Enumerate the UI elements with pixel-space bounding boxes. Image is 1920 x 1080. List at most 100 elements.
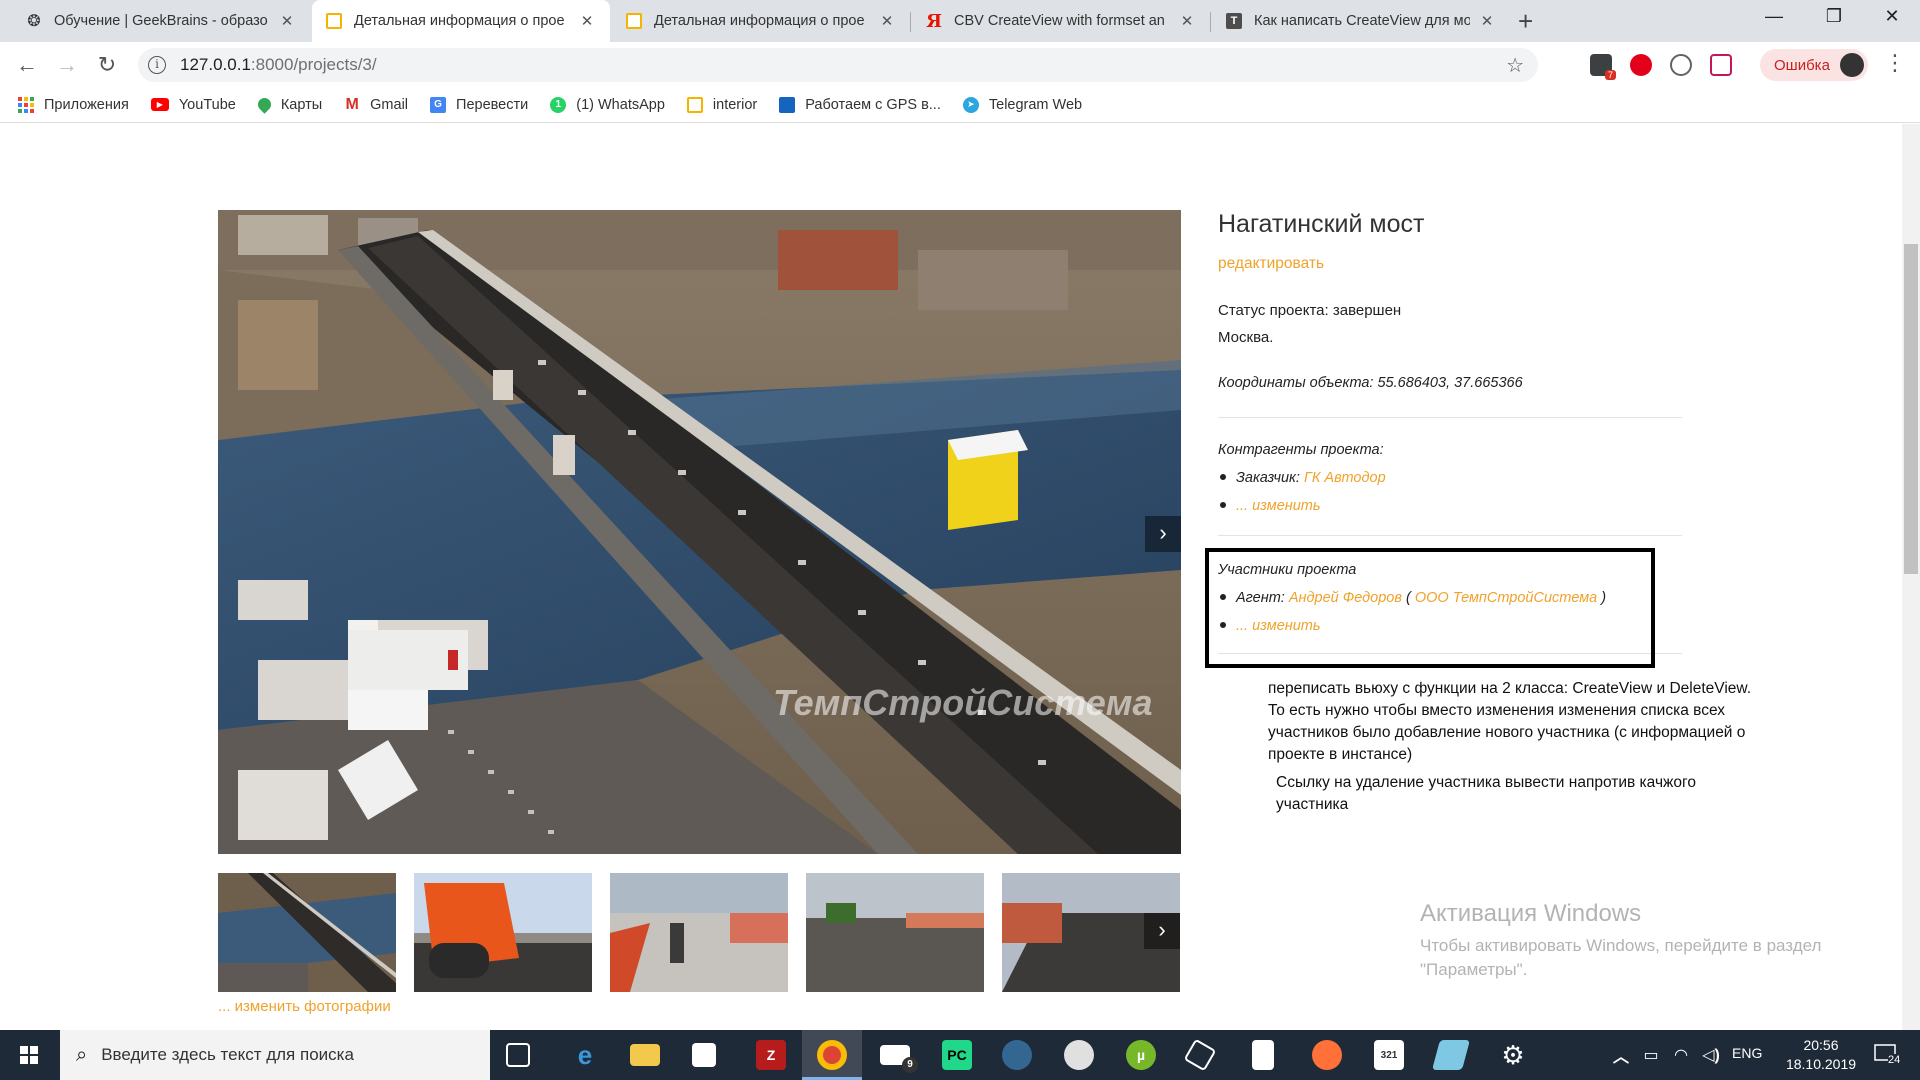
thumbnail-bridge[interactable] — [218, 873, 396, 992]
forward-icon[interactable]: → — [52, 50, 82, 80]
tab-strip: ❂ Обучение | GeekBrains - образо ✕ Детал… — [0, 0, 1920, 42]
customer-link[interactable]: ГК Автодор — [1304, 470, 1386, 486]
bookmark-youtube[interactable]: ▶ YouTube — [150, 97, 236, 113]
page-viewport: ТемпСтройСистема › › ... изменить фотогр… — [0, 124, 1920, 1030]
close-tab-icon[interactable]: ✕ — [878, 12, 896, 30]
note-paragraph: Ссылку на удаление участника вывести нап… — [1276, 774, 1696, 813]
pycharm-icon[interactable]: PC — [942, 1040, 972, 1070]
bookmark-gmail[interactable]: M Gmail — [344, 95, 408, 113]
divider — [1218, 535, 1682, 536]
close-tab-icon[interactable]: ✕ — [1178, 12, 1196, 30]
start-button[interactable] — [0, 1030, 60, 1080]
yandex-icon: Я — [926, 10, 942, 32]
language-indicator[interactable]: ENG — [1732, 1045, 1762, 1061]
volume-icon[interactable]: ◁) — [1696, 1040, 1726, 1070]
adblock-icon[interactable] — [1630, 54, 1652, 76]
chrome-icon[interactable] — [817, 1040, 847, 1070]
thumbnail-paver[interactable] — [806, 873, 984, 992]
notification-center-icon[interactable]: 24 — [1874, 1042, 1904, 1068]
tab-separator — [910, 12, 911, 32]
clock[interactable]: 20:56 18.10.2019 — [1776, 1036, 1866, 1074]
close-tab-icon[interactable]: ✕ — [578, 12, 596, 30]
maximize-button[interactable]: ❐ — [1804, 6, 1864, 27]
vpn-icon[interactable] — [1670, 54, 1692, 76]
address-bar[interactable]: i 127.0.0.1:8000/projects/3/ ☆ — [138, 48, 1538, 82]
pocket-icon[interactable] — [1710, 54, 1732, 76]
thumbnail-road[interactable]: › — [1002, 873, 1180, 992]
bridge-photo: ТемпСтройСистема — [218, 210, 1181, 854]
filezilla-icon[interactable]: Z — [756, 1040, 786, 1070]
tray-chevron-up-icon[interactable]: ︿ — [1606, 1040, 1636, 1070]
calendar-icon[interactable]: 321 — [1374, 1040, 1404, 1070]
bookmark-apps[interactable]: Приложения — [18, 96, 129, 113]
close-tab-icon[interactable]: ✕ — [1478, 12, 1496, 30]
taskbar-search-input[interactable]: ⌕ Введите здесь текст для поиска — [60, 1030, 490, 1080]
page-icon — [326, 13, 342, 29]
slider-next-button[interactable]: › — [1145, 516, 1181, 552]
avatar — [1840, 53, 1864, 77]
reload-icon[interactable]: ↻ — [92, 50, 122, 80]
annotation-box — [1205, 548, 1655, 668]
gmail-icon: M — [345, 95, 359, 113]
edge-icon[interactable]: e — [570, 1040, 600, 1070]
paint-icon[interactable] — [1064, 1040, 1094, 1070]
project-title: Нагатинский мост — [1218, 210, 1425, 238]
menu-icon[interactable]: ⋮ — [1884, 50, 1906, 76]
edit-photos-link[interactable]: ... изменить фотографии — [218, 998, 391, 1015]
postgresql-icon[interactable] — [1002, 1040, 1032, 1070]
url-text[interactable]: 127.0.0.1:8000/projects/3/ — [180, 55, 377, 75]
battery-icon[interactable]: ▭ — [1636, 1040, 1666, 1070]
bookmark-interior[interactable]: interior — [686, 96, 757, 113]
bookmark-whatsapp[interactable]: 1 (1) WhatsApp — [550, 96, 665, 113]
mail-icon[interactable]: 9 — [880, 1045, 918, 1073]
youtube-icon: ▶ — [150, 98, 169, 111]
close-window-button[interactable]: ✕ — [1862, 6, 1920, 27]
tab-project-detail-active[interactable]: Детальная информация о прое ✕ — [312, 0, 610, 42]
project-status: Статус проекта: завершен — [1218, 302, 1402, 319]
wifi-icon[interactable]: ◠ — [1666, 1040, 1696, 1070]
settings-gear-icon[interactable]: ⚙ — [1498, 1040, 1528, 1070]
minimize-button[interactable]: — — [1744, 6, 1804, 27]
project-main-photo[interactable]: ТемпСтройСистема › — [218, 210, 1181, 854]
ink-icon[interactable] — [1431, 1040, 1471, 1070]
tab-cbv-createview[interactable]: Я CBV CreateView with formset an ✕ — [912, 0, 1210, 42]
bookmark-gps[interactable]: Работаем с GPS в... — [779, 96, 941, 113]
windows-logo-icon — [20, 1046, 38, 1064]
contractors-heading: Контрагенты проекта: — [1218, 442, 1384, 458]
store-icon[interactable] — [692, 1043, 716, 1067]
tab-project-detail[interactable]: Детальная информация о прое ✕ — [612, 0, 910, 42]
profile-error-button[interactable]: Ошибка — [1760, 49, 1868, 81]
tab-geekbrains[interactable]: ❂ Обучение | GeekBrains - образо ✕ — [12, 0, 310, 42]
back-icon[interactable]: ← — [12, 50, 42, 80]
notification-count: 24 — [1888, 1054, 1901, 1066]
geekbrains-icon: ❂ — [27, 13, 41, 30]
maps-icon — [255, 95, 274, 114]
utorrent-icon[interactable]: µ — [1126, 1040, 1156, 1070]
scrollbar-thumb[interactable] — [1904, 244, 1918, 574]
habr-icon: T — [1226, 13, 1242, 29]
tab-createview-howto[interactable]: T Как написать CreateView для мо ✕ — [1212, 0, 1510, 42]
customer-item: Заказчик: ГК Автодор — [1218, 470, 1386, 486]
file-explorer-icon[interactable] — [630, 1044, 660, 1066]
thumbnails-next-button[interactable]: › — [1144, 913, 1180, 949]
bookmark-translate[interactable]: G Перевести — [430, 96, 528, 113]
gps-icon — [779, 96, 796, 113]
bookmark-telegram[interactable]: ➤ Telegram Web — [962, 96, 1082, 113]
extension-icon[interactable]: 7 — [1590, 54, 1616, 80]
contractors-change-link[interactable]: ... изменить — [1236, 498, 1321, 514]
bookmark-star-icon[interactable]: ☆ — [1506, 53, 1524, 78]
close-tab-icon[interactable]: ✕ — [278, 12, 296, 30]
project-city: Москва. — [1218, 329, 1274, 346]
thumbnail-roller[interactable] — [414, 873, 592, 992]
bookmark-maps[interactable]: Карты — [255, 95, 322, 114]
new-tab-button[interactable]: + — [1518, 8, 1533, 34]
thumbnail-worker[interactable] — [610, 873, 788, 992]
project-coordinates: Координаты объекта: 55.686403, 37.665366 — [1218, 375, 1523, 391]
notepad-icon[interactable] — [1252, 1040, 1274, 1070]
site-info-icon[interactable]: i — [148, 56, 166, 74]
firefox-icon[interactable] — [1312, 1040, 1342, 1070]
page-scrollbar[interactable] — [1902, 124, 1920, 1030]
edit-project-link[interactable]: редактировать — [1218, 255, 1324, 273]
3d-viewer-icon[interactable] — [1183, 1038, 1217, 1072]
task-view-icon[interactable] — [506, 1043, 530, 1067]
